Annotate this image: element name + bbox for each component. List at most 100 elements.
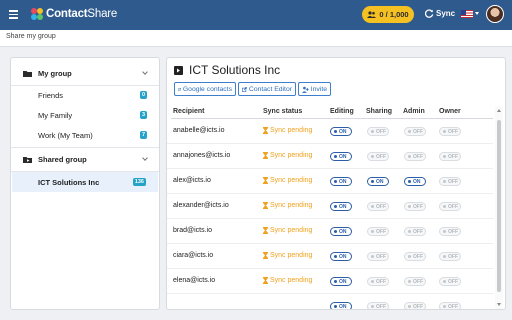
scrollbar-thumb[interactable] <box>497 120 501 292</box>
hourglass-icon <box>263 277 268 284</box>
toggle-label: ON <box>339 178 347 185</box>
column-header-recipient[interactable]: Recipient <box>173 108 205 115</box>
toggle-knob <box>334 180 337 183</box>
sharing-toggle[interactable]: OFF <box>367 252 389 261</box>
sidebar-item-work-my-team[interactable]: Work (My Team) 7 <box>11 125 159 145</box>
admin-toggle[interactable]: OFF <box>404 227 426 236</box>
toggle-knob <box>334 155 337 158</box>
toggle-knob <box>408 305 411 308</box>
toggle-knob <box>408 155 411 158</box>
sharing-toggle[interactable]: OFF <box>367 227 389 236</box>
admin-toggle[interactable]: OFF <box>404 127 426 136</box>
sync-status: Sync pending <box>263 177 312 184</box>
my-group-header[interactable]: My group <box>11 62 159 84</box>
external-link-icon <box>242 86 247 92</box>
hourglass-icon <box>263 127 268 134</box>
admin-toggle[interactable]: ON <box>404 177 426 186</box>
external-link-icon <box>178 87 181 91</box>
toggle-label: OFF <box>448 153 458 160</box>
sidebar-item-label: Work (My Team) <box>38 130 93 140</box>
hourglass-icon <box>263 227 268 234</box>
editing-toggle[interactable]: ON <box>330 152 352 161</box>
editing-toggle[interactable]: ON <box>330 227 352 236</box>
owner-toggle[interactable]: OFF <box>439 177 461 186</box>
user-avatar[interactable] <box>486 5 504 23</box>
editing-toggle[interactable]: ON <box>330 252 352 261</box>
recipient-email: elena@icts.io <box>173 277 216 284</box>
sharing-toggle[interactable]: OFF <box>367 302 389 309</box>
page-title: ICT Solutions Inc <box>189 63 281 77</box>
toggle-knob <box>371 130 374 133</box>
admin-toggle[interactable]: OFF <box>404 252 426 261</box>
menu-icon[interactable] <box>9 10 18 19</box>
sync-status-label: Sync pending <box>270 127 313 134</box>
column-header-admin[interactable]: Admin <box>403 108 425 115</box>
contacts-quota-badge[interactable]: 0 / 1,000 <box>362 6 414 23</box>
breadcrumb-text: Share my group <box>6 33 56 40</box>
toggle-label: OFF <box>448 278 458 285</box>
admin-toggle[interactable]: OFF <box>404 202 426 211</box>
column-header-sharing[interactable]: Sharing <box>366 108 392 115</box>
sharing-toggle[interactable]: OFF <box>367 152 389 161</box>
count-badge: 3 <box>139 111 147 119</box>
owner-toggle[interactable]: OFF <box>439 127 461 136</box>
sidebar-item-friends[interactable]: Friends 0 <box>11 85 159 105</box>
sync-status-label: Sync pending <box>270 227 313 234</box>
sync-icon <box>425 9 434 18</box>
sharing-toggle[interactable]: ON <box>367 177 389 186</box>
admin-toggle[interactable]: OFF <box>404 152 426 161</box>
us-flag-icon[interactable] <box>461 10 473 18</box>
invite-button[interactable]: Invite <box>298 82 331 96</box>
sharing-toggle[interactable]: OFF <box>367 202 389 211</box>
owner-toggle[interactable]: OFF <box>439 277 461 286</box>
sharing-toggle[interactable]: OFF <box>367 127 389 136</box>
owner-toggle[interactable]: OFF <box>439 152 461 161</box>
admin-toggle[interactable]: OFF <box>404 277 426 286</box>
chevron-down-icon[interactable] <box>142 155 148 161</box>
toggle-knob <box>334 130 337 133</box>
owner-toggle[interactable]: OFF <box>439 227 461 236</box>
shared-group-label: Shared group <box>38 154 87 164</box>
scroll-down-arrow-icon[interactable] <box>497 303 501 306</box>
toggle-knob <box>371 280 374 283</box>
editing-toggle[interactable]: ON <box>330 202 352 211</box>
contact-editor-button[interactable]: Contact Editor <box>238 82 296 96</box>
toggle-knob <box>334 255 337 258</box>
toggle-label: OFF <box>413 278 423 285</box>
column-header-owner[interactable]: Owner <box>439 108 461 115</box>
google-contacts-button[interactable]: Google contacts <box>174 82 236 96</box>
table-row: annajones@icts.io Sync pending ON OFF OFF OFF <box>167 144 493 169</box>
owner-toggle[interactable]: OFF <box>439 252 461 261</box>
google-contacts-label: Google contacts <box>182 85 232 93</box>
owner-toggle[interactable]: OFF <box>439 202 461 211</box>
toggle-knob <box>334 205 337 208</box>
toggle-knob <box>443 230 446 233</box>
admin-toggle[interactable]: OFF <box>404 302 426 309</box>
column-header-editing[interactable]: Editing <box>330 108 354 115</box>
chevron-down-icon[interactable] <box>142 69 148 75</box>
toggle-label: OFF <box>448 228 458 235</box>
table-scrollbar[interactable] <box>495 106 503 309</box>
editing-toggle[interactable]: ON <box>330 277 352 286</box>
table-row: alexander@icts.io Sync pending ON OFF OFF OFF <box>167 194 493 219</box>
toggle-label: OFF <box>448 178 458 185</box>
column-header-sync-status[interactable]: Sync status <box>263 108 302 115</box>
sidebar-item-ict-solutions-inc[interactable]: ICT Solutions Inc 136 <box>12 172 158 192</box>
count-badge: 7 <box>139 131 147 139</box>
language-dropdown-caret-icon[interactable] <box>475 12 479 15</box>
shared-group-header[interactable]: Shared group <box>11 148 159 170</box>
sharing-toggle[interactable]: OFF <box>367 277 389 286</box>
brand-name[interactable]: ContactShare <box>46 8 117 20</box>
sidebar-item-label: ICT Solutions Inc <box>38 177 100 187</box>
owner-toggle[interactable]: OFF <box>439 302 461 309</box>
sync-status-label: Sync pending <box>270 177 313 184</box>
sidebar-item-my-family[interactable]: My Family 3 <box>11 105 159 125</box>
toggle-knob <box>408 280 411 283</box>
sync-button[interactable]: Sync <box>425 9 455 18</box>
editing-toggle[interactable]: ON <box>330 177 352 186</box>
toggle-label: ON <box>339 278 347 285</box>
editing-toggle[interactable]: ON <box>330 127 352 136</box>
editing-toggle[interactable]: ON <box>330 302 352 309</box>
scroll-up-arrow-icon[interactable] <box>497 109 501 112</box>
count-badge: 136 <box>132 178 146 186</box>
